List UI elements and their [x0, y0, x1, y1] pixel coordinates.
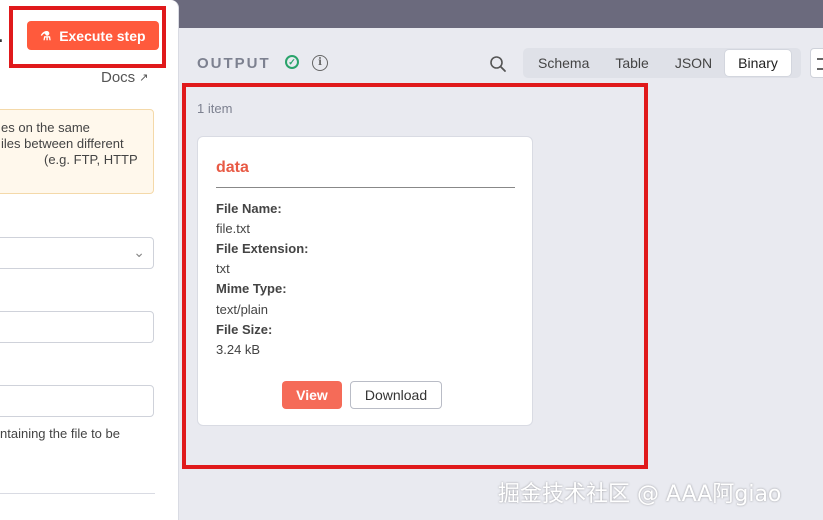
tab-json[interactable]: JSON	[662, 50, 725, 76]
section-divider	[0, 493, 155, 494]
operation-select[interactable]: ⌄	[0, 237, 154, 269]
field-hint: ntaining the file to be	[0, 426, 120, 441]
success-check-icon: ✓	[285, 55, 299, 69]
highlight-box-output	[182, 83, 648, 469]
info-notice: es on the same iles between different (e…	[0, 109, 154, 194]
notice-line: es on the same	[1, 120, 90, 135]
chevron-down-icon: ⌄	[133, 244, 145, 260]
binary-property-input[interactable]	[0, 385, 154, 417]
external-link-icon: ↗	[139, 72, 149, 84]
watermark: 掘金技术社区 @ AAA阿giao	[498, 482, 782, 507]
more-options-button[interactable]	[810, 48, 823, 78]
tab-schema[interactable]: Schema	[525, 50, 602, 76]
output-view-tabs: Schema Table JSON Binary	[523, 48, 801, 78]
tab-table[interactable]: Table	[602, 50, 661, 76]
search-icon[interactable]	[489, 55, 507, 73]
menu-icon	[817, 58, 823, 70]
node-parameters-panel: . ⚗ Execute step Docs ↗ es on the same i…	[0, 0, 179, 520]
output-title: OUTPUT	[197, 55, 271, 72]
info-icon[interactable]: i	[312, 55, 328, 71]
file-name-input[interactable]	[0, 311, 154, 343]
docs-label: Docs	[101, 69, 136, 86]
docs-link[interactable]: Docs ↗	[101, 69, 148, 86]
highlight-box-execute	[9, 6, 166, 68]
tab-binary[interactable]: Binary	[725, 50, 791, 76]
notice-line: (e.g. FTP, HTTP	[44, 152, 138, 167]
notice-line: iles between different	[1, 136, 124, 151]
node-title-fragment: .	[0, 26, 3, 47]
